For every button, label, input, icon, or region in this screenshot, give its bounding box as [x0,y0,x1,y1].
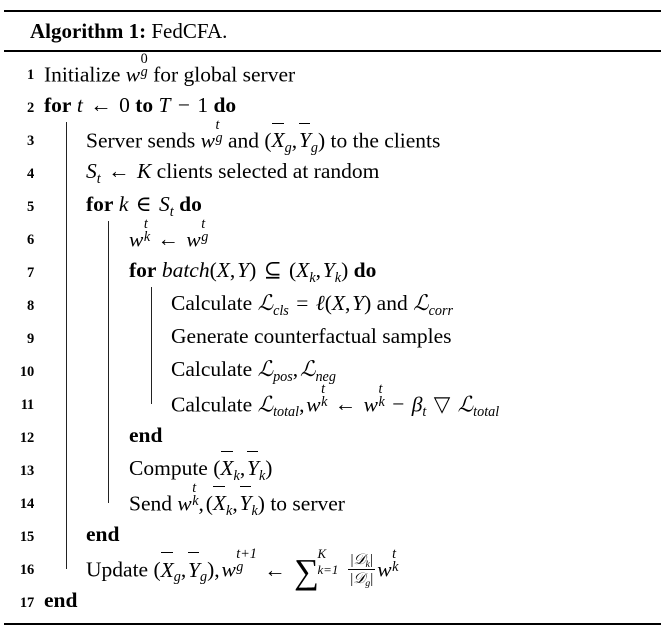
algorithm-block: Algorithm 1: FedCFA. 1 Initialize w0g fo… [0,10,667,644]
line-number: 15 [19,529,34,545]
algorithm-line: 8 Calculate ℒcls = ℓ(X, Y) and ℒcorr [4,287,661,320]
line-content: St ← K clients selected at random [86,159,380,187]
algorithm-line: 11 Calculate ℒtotal, wtk ← wtk − βt ▽ ℒt… [4,380,661,420]
line-content: for k ∈ St do [86,192,202,220]
algorithm-line: 7 for batch(X, Y) ⊆ (Xk, Yk) do [4,254,661,287]
algorithm-line: 3 Server sends wtg and (Xg, Yg) to the c… [4,116,661,156]
line-number: 4 [26,166,34,182]
line-content: end [86,522,120,546]
line-number: 1 [26,67,34,83]
algorithm-line: 12 end [4,419,661,452]
line-content: Calculate ℒpos, ℒneg [171,357,336,385]
line-number: 5 [26,199,34,215]
algorithm-line: 17 end [4,584,661,617]
line-content: Compute (Xk, Yk) [34,450,272,485]
line-number: 17 [19,595,34,611]
algorithm-line: 16 Update (Xg, Yg), w t+1 g ← ∑ Kk=1 |𝒟k| |𝒟… [4,546,661,589]
algorithm-caption: Algorithm 1: FedCFA. [4,12,661,50]
algorithm-line: 13 Compute (Xk, Yk) [4,450,661,485]
line-number: 11 [20,397,35,413]
algorithm-line: 6 wtk ← wtg [4,215,661,254]
line-content: Initialize w0g for global server [44,50,296,87]
line-number: 6 [26,232,34,248]
line-number: 2 [26,100,34,116]
line-number: 3 [26,133,34,149]
algorithm-line: 14 Send wtk, (Xk, Yk) to server [4,479,661,519]
line-number: 16 [19,562,34,578]
line-content: Calculate ℒcls = ℓ(X, Y) and ℒcorr [171,291,454,319]
line-number: 8 [26,298,34,314]
algorithm-caption-label: Algorithm 1: [30,19,147,43]
line-content: for batch(X, Y) ⊆ (Xk, Yk) do [129,258,377,286]
line-content: Generate counterfactual samples [171,324,452,348]
algorithm-line: 15 end [4,518,661,551]
line-content: wtk ← wtg [129,215,209,252]
line-content: end [129,423,163,447]
algorithm-line: 2 for t ← 0 to T − 1 do [4,89,661,122]
algorithm-lines: 1 Initialize w0g for global server 2 for… [4,50,661,617]
line-content: Send wtk, (Xk, Yk) to server [129,479,345,519]
line-number: 12 [19,430,34,446]
line-content: Server sends wtg and (Xg, Yg) to the cli… [86,116,441,156]
line-content: end [44,588,78,612]
algorithm-line: 10 Calculate ℒpos, ℒneg [4,353,661,386]
algorithm-line: 1 Initialize w0g for global server [4,50,661,89]
algorithm-caption-name: FedCFA. [151,19,228,43]
line-content: for t ← 0 to T − 1 do [44,93,237,117]
line-number: 10 [19,364,34,380]
line-number: 9 [26,331,34,347]
rule-bottom [4,623,661,625]
algorithm-line: 9 Generate counterfactual samples [4,320,661,353]
line-content: Calculate ℒtotal, wtk ← wtk − βt ▽ ℒtota… [171,380,500,420]
line-number: 14 [19,496,34,512]
algorithm-line: 5 for k ∈ St do [4,188,661,221]
line-number: 13 [19,463,34,479]
algorithm-line: 4 St ← K clients selected at random [4,155,661,188]
line-number: 7 [26,265,34,281]
